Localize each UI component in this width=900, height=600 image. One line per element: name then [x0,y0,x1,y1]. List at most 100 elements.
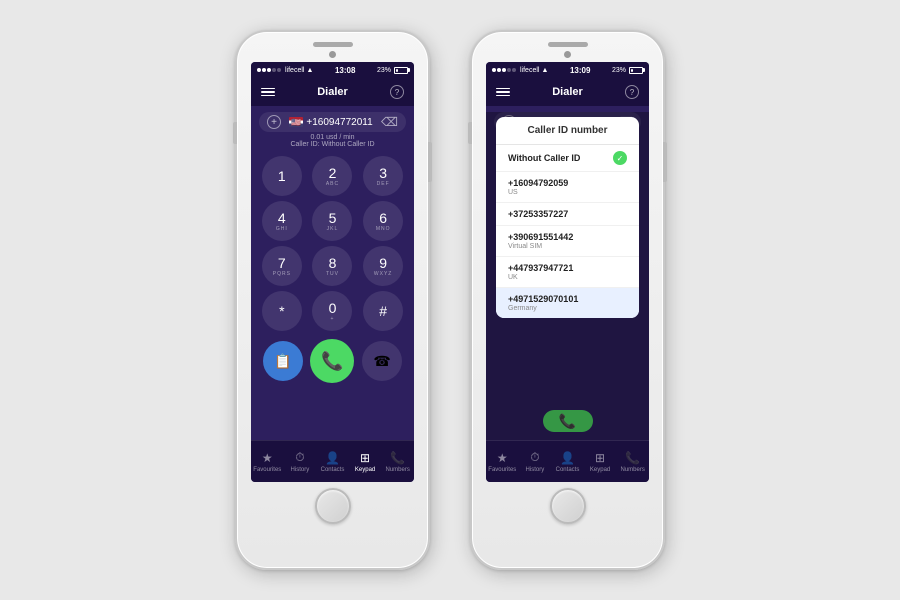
tab-num-icon-left: 📞 [390,451,405,465]
tab-numbers-right[interactable]: 📞 Numbers [616,451,649,473]
rmenu-line1 [496,88,510,90]
modal-item-name-5: +4971529070101 [508,294,578,304]
home-btn-right[interactable] [550,488,586,524]
caller-id-left: Caller ID: Without Caller ID [290,141,374,148]
key-3[interactable]: 3DEF [363,156,403,196]
key-sub-0: + [331,316,335,322]
dot1 [257,68,261,72]
tab-bar-right: ★ Favourites ⏱ History 👤 Contacts ⊞ Keyp… [486,440,649,482]
tab-history-left[interactable]: ⏱ History [284,450,317,473]
phone-btn-left[interactable]: ☎ [362,341,402,381]
dialer-header-right: Dialer ? [486,78,649,106]
key-1[interactable]: 1 [262,156,302,196]
tab-numbers-left[interactable]: 📞 Numbers [381,451,414,473]
dot3 [267,68,271,72]
key-star[interactable]: * [262,291,302,331]
phone-left: lifecell ▲ 13:08 23% Dialer ? [235,30,430,570]
carrier-left: lifecell [285,67,304,74]
key-8[interactable]: 8TUV [312,246,352,286]
key-num-3: 3 [379,166,387,180]
modal-item-name-4: +447937947721 [508,263,573,273]
modal-item-without-caller-id[interactable]: Without Caller ID ✓ [496,145,639,172]
key-num-8: 8 [329,256,337,270]
tab-fav-icon-left: ★ [262,451,273,465]
tab-key-icon-right: ⊞ [595,451,605,465]
tab-key-label-right: Keypad [590,467,610,473]
tab-contacts-left[interactable]: 👤 Contacts [316,451,349,473]
tab-keypad-right[interactable]: ⊞ Keypad [584,451,617,473]
battery-pct-left: 23% [377,67,391,74]
key-sub-6: MNO [376,226,391,232]
modal-item-2[interactable]: +37253357227 [496,203,639,226]
status-bar-right: lifecell ▲ 13:09 23% [486,62,649,78]
rdot5 [512,68,516,72]
dialer-title-left: Dialer [317,86,348,98]
status-right-right: 23% [612,67,643,74]
key-9[interactable]: 9WXYZ [363,246,403,286]
tab-history-right[interactable]: ⏱ History [519,450,552,473]
help-btn-left[interactable]: ? [390,85,404,99]
key-num-9: 9 [379,256,387,270]
phone-top-left [237,32,428,60]
key-num-hash: # [379,304,387,318]
caller-id-modal: Caller ID number Without Caller ID ✓ +16… [496,117,639,318]
key-sub-4: GHI [276,226,288,232]
camera-right [564,51,571,58]
key-7[interactable]: 7PQRS [262,246,302,286]
modal-item-left-3: +390691551442 Virtual SIM [508,232,573,250]
key-hash[interactable]: # [363,291,403,331]
add-btn-left[interactable]: + [267,115,281,129]
call-btn-left[interactable]: 📞 [310,339,354,383]
modal-item-sub-5: Germany [508,305,578,312]
carrier-right: lifecell [520,67,539,74]
key-num-5: 5 [329,211,337,225]
status-bar-left: lifecell ▲ 13:08 23% [251,62,414,78]
modal-item-sub-4: UK [508,274,573,281]
modal-item-4[interactable]: +447937947721 UK [496,257,639,288]
tab-num-icon-right: 📞 [625,451,640,465]
help-btn-right[interactable]: ? [625,85,639,99]
modal-item-left-2: +37253357227 [508,209,568,219]
rdot4 [507,68,511,72]
modal-item-5[interactable]: +4971529070101 Germany [496,288,639,318]
rdot2 [497,68,501,72]
key-6[interactable]: 6MNO [363,201,403,241]
check-mark-0: ✓ [617,154,624,163]
key-sub-3: DEF [377,181,390,187]
contacts-btn-left[interactable]: 📋 [263,341,303,381]
key-sub-7: PQRS [273,271,291,277]
backspace-left[interactable]: ⌫ [381,115,398,129]
key-num-0: 0 [329,301,337,315]
menu-icon-right[interactable] [496,88,510,97]
tab-keypad-left[interactable]: ⊞ Keypad [349,451,382,473]
key-4[interactable]: 4GHI [262,201,302,241]
home-btn-left[interactable] [315,488,351,524]
key-num-7: 7 [278,256,286,270]
screen-right: lifecell ▲ 13:09 23% Dialer ? [486,62,649,482]
tab-contacts-right[interactable]: 👤 Contacts [551,451,584,473]
tab-favourites-right[interactable]: ★ Favourites [486,451,519,473]
menu-icon-left[interactable] [261,88,275,97]
signal-dots [257,68,281,72]
menu-line2 [261,91,275,93]
help-icon-left: ? [395,88,399,97]
rate-text-left: 0.01 usd / min [311,134,355,141]
key-num-4: 4 [278,211,286,225]
rmenu-line2 [496,91,510,93]
tab-favourites-left[interactable]: ★ Favourites [251,451,284,473]
key-5[interactable]: 5JKL [312,201,352,241]
modal-item-1[interactable]: +16094792059 US [496,172,639,203]
tab-cont-icon-left: 👤 [325,451,340,465]
modal-item-name-0: Without Caller ID [508,153,580,163]
modal-item-3[interactable]: +390691551442 Virtual SIM [496,226,639,257]
phone-number-left: +16094772011 [306,117,372,128]
rmenu-line3 [496,95,510,97]
key-0[interactable]: 0+ [312,291,352,331]
time-left: 13:08 [335,66,355,75]
key-sub-5: JKL [327,226,339,232]
wifi-icon-left: ▲ [306,67,313,74]
key-2[interactable]: 2ABC [312,156,352,196]
key-num-star: * [279,304,284,318]
tab-hist-icon-left: ⏱ [295,450,304,465]
dot5 [277,68,281,72]
